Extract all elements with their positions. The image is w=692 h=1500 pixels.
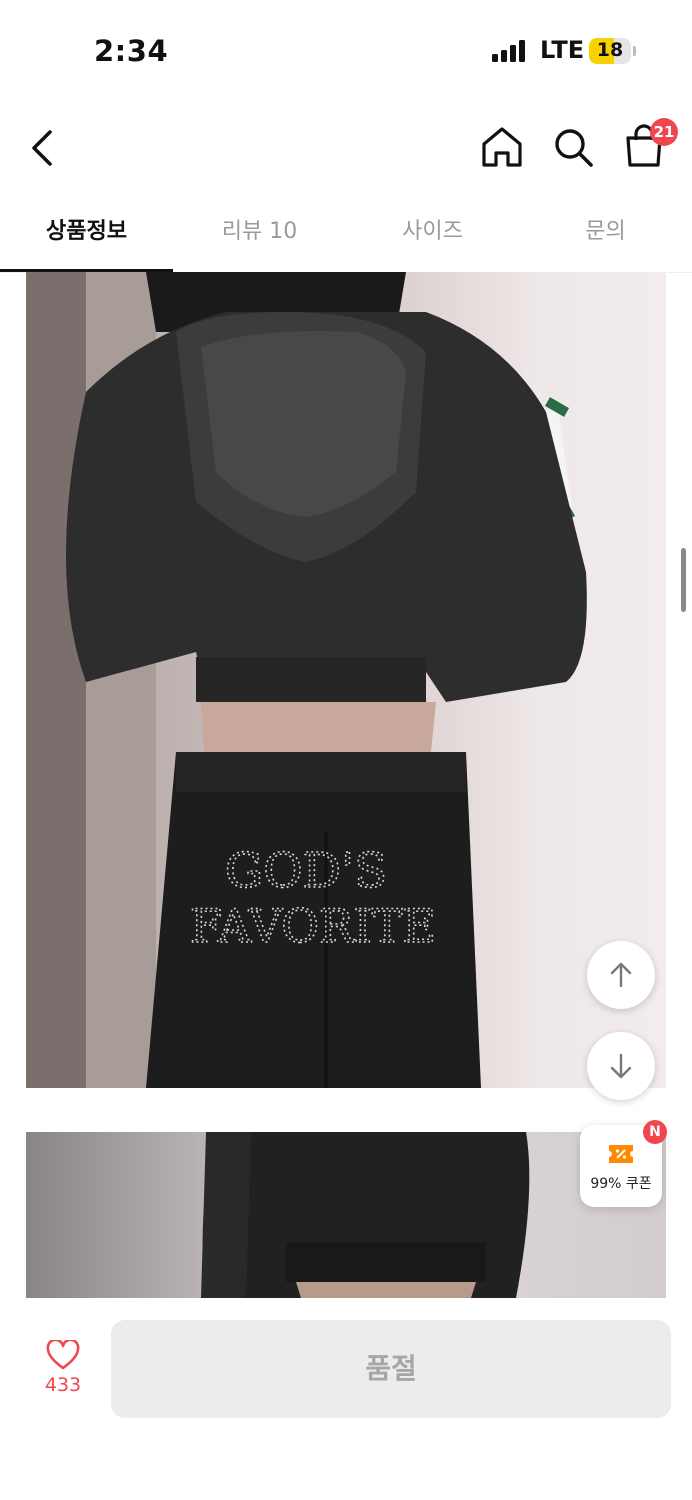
- battery-icon: 18: [589, 38, 631, 64]
- like-button[interactable]: 433: [34, 1340, 92, 1420]
- top-navigation: [0, 100, 692, 196]
- scroll-indicator[interactable]: [681, 548, 686, 612]
- print-text-line2: FAVORITE: [190, 899, 436, 953]
- coupon-new-badge: N: [643, 1120, 667, 1144]
- battery-level: 18: [596, 39, 624, 61]
- signal-icon: [492, 40, 528, 62]
- status-bar: 2:34 LTE 18: [0, 0, 692, 100]
- print-text-line1: GOD'S: [225, 843, 387, 899]
- product-photo-back-view: GOD'S FAVORITE: [26, 272, 666, 1088]
- product-tabs: 상품정보 리뷰 10 사이즈 문의: [0, 198, 692, 273]
- network-label: LTE: [540, 36, 585, 64]
- product-photo-detail: [26, 1132, 666, 1298]
- heart-icon: [46, 1340, 80, 1370]
- cart-count-badge: 21: [650, 118, 678, 146]
- home-icon[interactable]: [479, 124, 525, 170]
- back-arrow-icon[interactable]: [26, 128, 62, 168]
- sold-out-button[interactable]: 품절: [111, 1320, 671, 1418]
- coupon-ticket-icon: [609, 1145, 633, 1163]
- arrow-up-icon: [610, 962, 632, 988]
- bottom-action-bar: 433 품절: [0, 1300, 692, 1500]
- search-icon[interactable]: [550, 124, 596, 170]
- status-time: 2:34: [94, 34, 169, 68]
- tab-size[interactable]: 사이즈: [346, 198, 519, 272]
- arrow-down-icon: [610, 1053, 632, 1079]
- battery-cap: [633, 46, 636, 56]
- tab-inquiry[interactable]: 문의: [519, 198, 692, 272]
- scroll-up-button[interactable]: [587, 941, 655, 1009]
- coupon-label: 99% 쿠폰: [590, 1176, 652, 1192]
- like-count: 433: [44, 1374, 82, 1396]
- product-photo-illustration-2: [201, 1132, 530, 1298]
- tab-product-info[interactable]: 상품정보: [0, 198, 173, 272]
- tab-reviews[interactable]: 리뷰 10: [173, 198, 346, 272]
- scroll-down-button[interactable]: [587, 1032, 655, 1100]
- product-photo-illustration: GOD'S FAVORITE: [26, 272, 587, 1088]
